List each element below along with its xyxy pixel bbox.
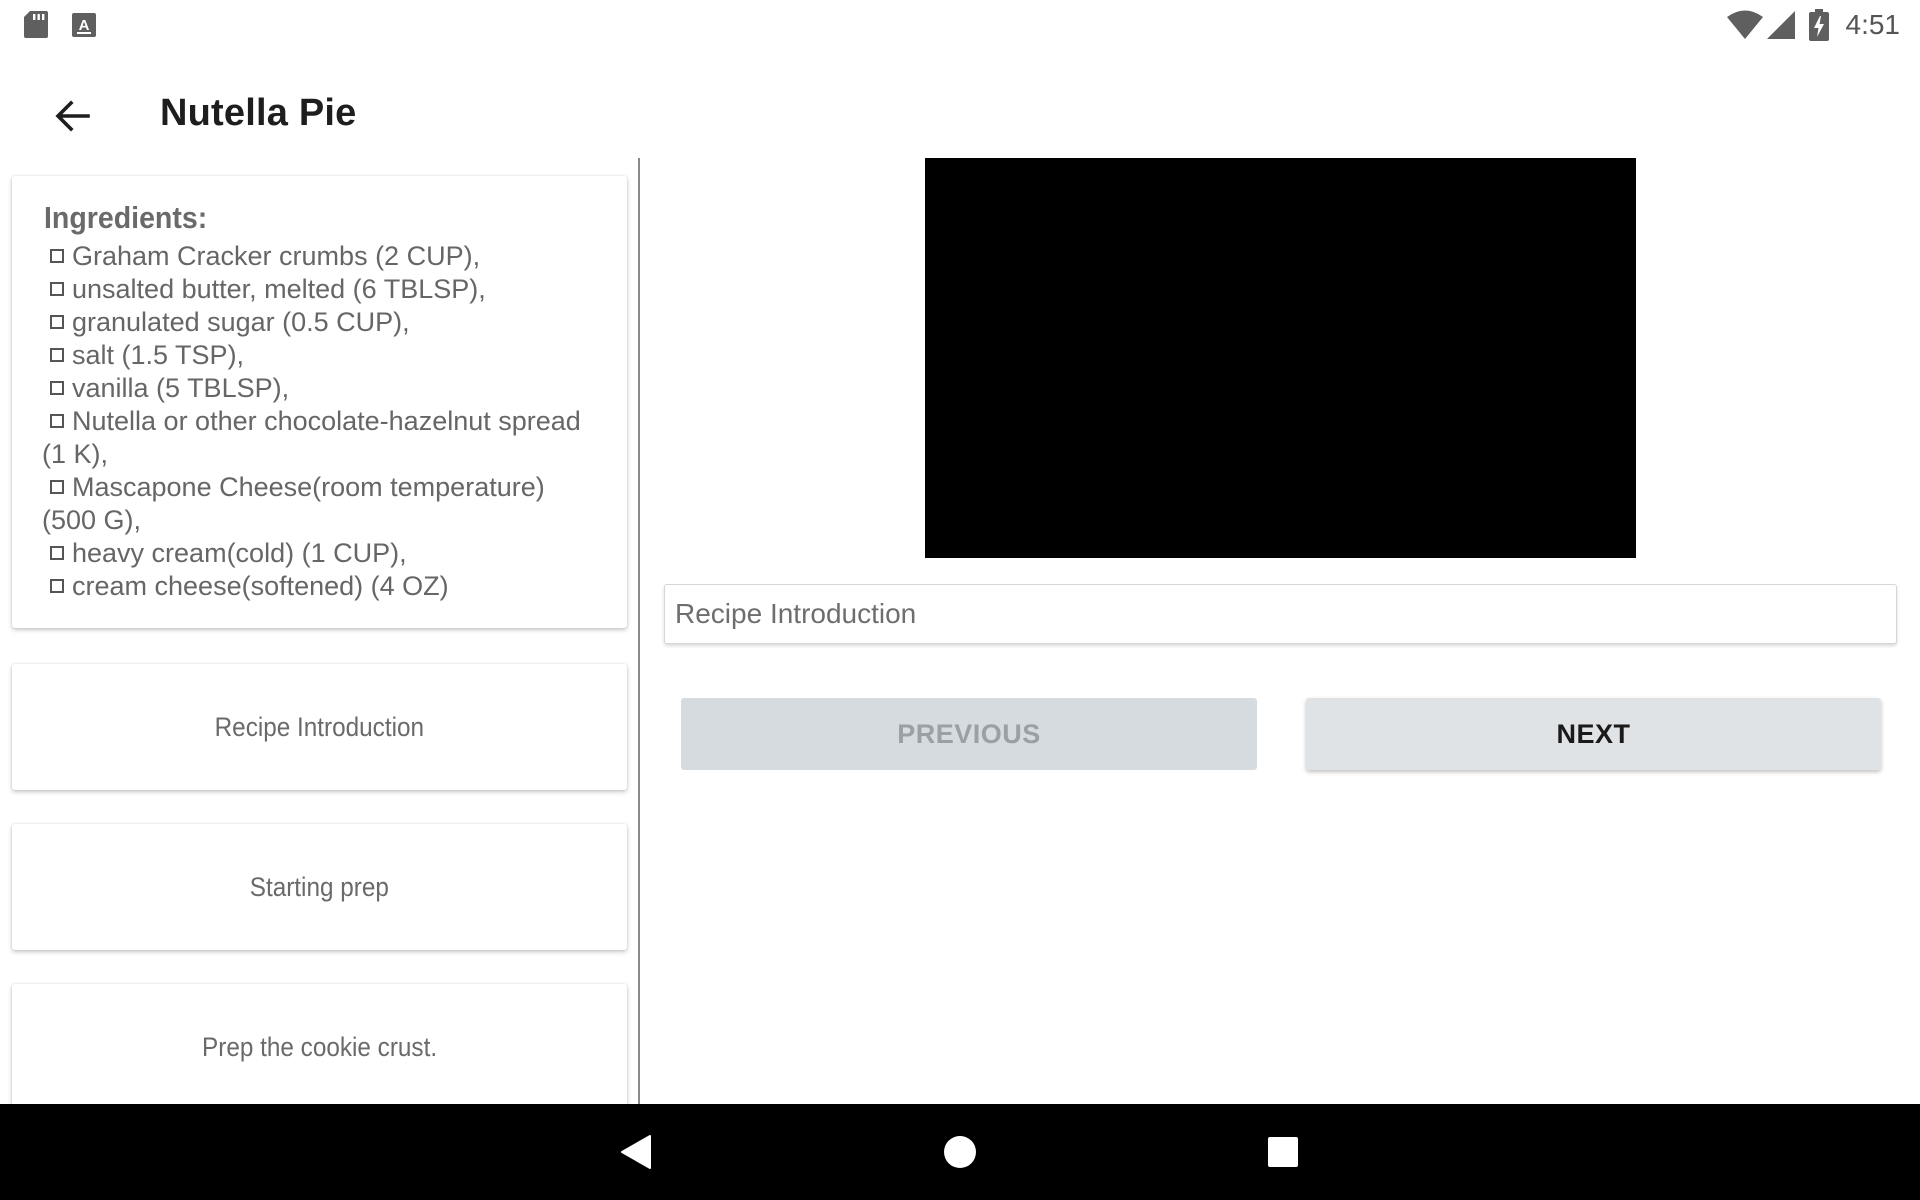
status-bar: A 4:51	[0, 0, 1920, 50]
status-right: 4:51	[1726, 8, 1901, 42]
nav-recents-icon	[1268, 1137, 1298, 1167]
step-card-starting-prep[interactable]: Starting prep	[12, 824, 627, 950]
checkbox-icon	[50, 347, 64, 362]
step-card-prep-cookie-crust[interactable]: Prep the cookie crust.	[12, 984, 627, 1104]
ingredient-text: Mascapone Cheese(room temperature) (500 …	[42, 472, 545, 535]
ingredient-item: vanilla (5 TBLSP),	[42, 372, 601, 405]
ingredient-item: salt (1.5 TSP),	[42, 339, 601, 372]
checkbox-icon	[50, 281, 64, 296]
previous-button[interactable]: PREVIOUS	[681, 698, 1257, 770]
app-bar: Nutella Pie	[0, 72, 1920, 156]
ingredient-text: unsalted butter, melted (6 TBLSP),	[72, 274, 486, 304]
ingredients-list: Graham Cracker crumbs (2 CUP), unsalted …	[42, 240, 601, 603]
steps-panel[interactable]: Ingredients: Graham Cracker crumbs (2 CU…	[0, 158, 640, 1104]
step-label: Starting prep	[249, 871, 390, 902]
step-label: Recipe Introduction	[214, 711, 425, 742]
ingredient-item: unsalted butter, melted (6 TBLSP),	[42, 273, 601, 306]
a-keyboard-icon: A	[72, 13, 96, 37]
ingredient-item: cream cheese(softened) (4 OZ)	[42, 570, 601, 603]
back-button[interactable]	[44, 88, 100, 144]
ingredient-item: Nutella or other chocolate-hazelnut spre…	[42, 405, 601, 471]
checkbox-icon	[50, 545, 64, 560]
ingredient-text: granulated sugar (0.5 CUP),	[72, 307, 410, 337]
step-description: Recipe Introduction	[664, 584, 1897, 644]
checkbox-icon	[50, 248, 64, 263]
wifi-icon	[1726, 10, 1763, 39]
ingredients-card: Ingredients: Graham Cracker crumbs (2 CU…	[12, 176, 627, 628]
ingredient-text: vanilla (5 TBLSP),	[72, 373, 290, 403]
panel-divider	[638, 158, 640, 1104]
nav-back-icon	[621, 1135, 651, 1169]
ingredient-item: Mascapone Cheese(room temperature) (500 …	[42, 471, 601, 537]
checkbox-icon	[50, 314, 64, 329]
page-title: Nutella Pie	[160, 92, 357, 134]
checkbox-icon	[50, 578, 64, 593]
ingredients-title: Ingredients:	[44, 200, 208, 235]
ingredient-item: Graham Cracker crumbs (2 CUP),	[42, 240, 601, 273]
nav-recents-button[interactable]	[1259, 1128, 1307, 1176]
system-nav-bar	[0, 1104, 1920, 1200]
nav-home-icon	[944, 1136, 976, 1168]
ingredient-item: heavy cream(cold) (1 CUP),	[42, 537, 601, 570]
video-player[interactable]	[925, 158, 1636, 558]
checkbox-icon	[50, 380, 64, 395]
nav-home-button[interactable]	[936, 1128, 984, 1176]
checkbox-icon	[50, 479, 64, 494]
step-label: Prep the cookie crust.	[201, 1031, 438, 1062]
ingredient-item: granulated sugar (0.5 CUP),	[42, 306, 601, 339]
arrow-back-icon	[55, 100, 90, 132]
checkbox-icon	[50, 413, 64, 428]
nav-back-button[interactable]	[612, 1128, 660, 1176]
screen: A 4:51 Nutella Pie Ingredients: Graham C…	[0, 0, 1920, 1200]
ingredient-text: heavy cream(cold) (1 CUP),	[72, 538, 407, 568]
svg-text:A: A	[79, 17, 90, 34]
sd-card-icon	[24, 11, 48, 38]
signal-icon	[1766, 11, 1795, 39]
ingredient-text: Graham Cracker crumbs (2 CUP),	[72, 241, 481, 271]
status-time: 4:51	[1845, 9, 1901, 40]
step-card-recipe-introduction[interactable]: Recipe Introduction	[12, 664, 627, 790]
ingredient-text: cream cheese(softened) (4 OZ)	[72, 571, 449, 601]
ingredient-text: salt (1.5 TSP),	[72, 340, 245, 370]
next-button[interactable]: NEXT	[1306, 698, 1881, 770]
ingredient-text: Nutella or other chocolate-hazelnut spre…	[42, 406, 581, 469]
battery-charging-icon	[1808, 9, 1829, 41]
